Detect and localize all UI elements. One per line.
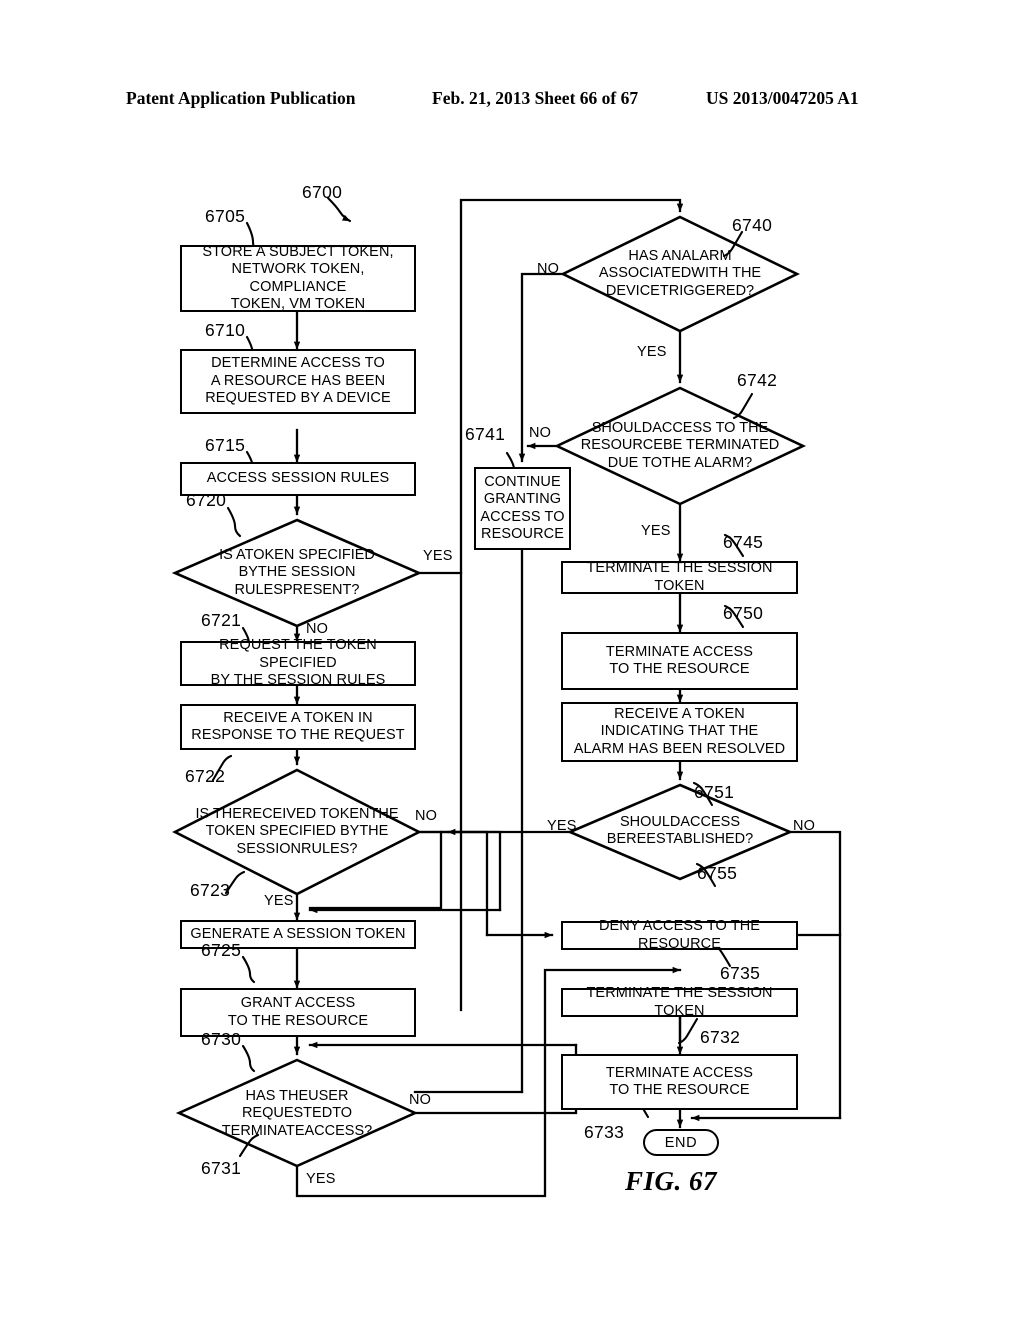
branch-label-6730-no: NO xyxy=(409,1092,432,1108)
branch-label-6722-yes: YES xyxy=(264,893,294,909)
ref-6741: 6741 xyxy=(465,424,506,444)
text-line: STORE A SUBJECT TOKEN, xyxy=(202,243,394,260)
branch-label-6722-no: NO xyxy=(415,808,438,824)
branch-label-6740-yes: YES xyxy=(637,344,667,360)
branch-label-6720-no: NO xyxy=(306,621,329,637)
text-line: A RESOURCE HAS BEEN xyxy=(210,372,386,389)
text-line: GRANTING xyxy=(483,491,562,507)
process-6741-continue-granting: CONTINUE GRANTING ACCESS TO RESOURCE xyxy=(474,467,571,550)
ref-6725: 6725 xyxy=(201,940,242,960)
ref-6742: 6742 xyxy=(737,370,778,390)
text-line: RECEIVE A TOKEN IN xyxy=(223,709,373,726)
process-receive-token-response-text: RECEIVE A TOKEN IN RESPONSE TO THE REQUES… xyxy=(191,710,404,745)
text-line: GRANT ACCESS xyxy=(240,995,356,1011)
text-line: RESOURCE xyxy=(481,526,564,542)
text-line: TERMINATE THE SESSION TOKEN xyxy=(586,985,773,1019)
process-6755-text: DENY ACCESS TO THE RESOURCE xyxy=(567,918,792,953)
process-6725-text: GRANT ACCESS TO THE RESOURCE xyxy=(228,995,368,1030)
text-line: TERMINATE ACCESS xyxy=(605,1064,754,1081)
terminator-end-text: END xyxy=(664,1134,698,1151)
text-line: TO THE RESOURCE xyxy=(227,1012,369,1029)
process-6745-text: TERMINATE THE SESSION TOKEN xyxy=(567,560,792,595)
ref-6721: 6721 xyxy=(201,610,242,630)
ref-6740: 6740 xyxy=(732,215,773,235)
process-6710-determine-access: DETERMINE ACCESS TO A RESOURCE HAS BEEN RE… xyxy=(180,349,416,414)
branch-label-6742-no: NO xyxy=(529,425,552,441)
text-line: RECEIVE A TOKEN xyxy=(614,705,745,722)
text-line: INDICATING THAT THE xyxy=(600,723,759,740)
branch-label-6742-yes: YES xyxy=(641,523,671,539)
process-6755-deny-access: DENY ACCESS TO THE RESOURCE xyxy=(561,918,798,953)
ref-6720: 6720 xyxy=(186,490,227,510)
ref-6735: 6735 xyxy=(720,963,761,983)
ref-6731: 6731 xyxy=(201,1158,242,1178)
process-6732-text: TERMINATE ACCESS TO THE RESOURCE xyxy=(606,1065,753,1100)
ref-6755: 6755 xyxy=(697,863,738,883)
text-line: REQUESTED BY A DEVICE xyxy=(205,390,391,407)
branch-label-6730-yes: YES xyxy=(306,1171,336,1187)
process-6721-text: REQUEST THE TOKEN SPECIFIED BY THE SESSIO… xyxy=(186,637,410,690)
ref-6722: 6722 xyxy=(185,766,226,786)
process-6741-text: CONTINUE GRANTING ACCESS TO RESOURCE xyxy=(480,474,564,544)
process-6710-text: DETERMINE ACCESS TO A RESOURCE HAS BEEN RE… xyxy=(205,355,391,408)
branch-label-6720-yes: YES xyxy=(423,548,453,564)
ref-6705: 6705 xyxy=(205,206,246,226)
process-6750-terminate-access: TERMINATE ACCESS TO THE RESOURCE xyxy=(561,632,798,690)
text-line: TERMINATE ACCESS xyxy=(605,643,754,660)
text-line: REQUEST THE TOKEN SPECIFIED xyxy=(219,637,377,671)
process-6735-text: TERMINATE THE SESSION TOKEN xyxy=(567,985,792,1020)
text-line: ACCESS TO xyxy=(480,508,565,525)
text-line: TOKEN, VM TOKEN xyxy=(230,296,366,312)
branch-label-6740-no: NO xyxy=(537,261,560,277)
terminator-end: END xyxy=(643,1129,719,1156)
text-line: BY THE SESSION RULES xyxy=(210,672,386,689)
ref-6700: 6700 xyxy=(302,182,343,202)
text-line: DENY ACCESS TO THE RESOURCE xyxy=(598,918,761,952)
process-6750-text: TERMINATE ACCESS TO THE RESOURCE xyxy=(606,644,753,679)
text-line: ALARM HAS BEEN RESOLVED xyxy=(573,740,786,757)
text-line: NETWORK TOKEN, COMPLIANCE xyxy=(231,261,365,295)
process-6705-store-tokens: STORE A SUBJECT TOKEN, NETWORK TOKEN, COM… xyxy=(180,244,416,314)
ref-6730: 6730 xyxy=(201,1029,242,1049)
ref-6745: 6745 xyxy=(723,532,764,552)
ref-6750: 6750 xyxy=(723,603,764,623)
branch-label-6751-no: NO xyxy=(793,818,816,834)
ref-6732: 6732 xyxy=(700,1027,741,1047)
ref-6751: 6751 xyxy=(694,782,735,802)
process-6735-terminate-session-token: TERMINATE THE SESSION TOKEN xyxy=(561,985,798,1020)
text-line: TERMINATE THE SESSION TOKEN xyxy=(586,560,773,594)
process-receive-token-alarm-resolved: RECEIVE A TOKEN INDICATING THAT THE ALARM … xyxy=(561,702,798,762)
figure-caption: FIG. 67 xyxy=(625,1166,718,1196)
ref-6710: 6710 xyxy=(205,320,246,340)
text-line: TO THE RESOURCE xyxy=(609,1082,750,1098)
process-6705-text: STORE A SUBJECT TOKEN, NETWORK TOKEN, COM… xyxy=(186,244,410,314)
flowchart-connectors xyxy=(171,196,842,1198)
text-line: RESPONSE TO THE REQUEST xyxy=(191,727,405,743)
process-receive-token-response: RECEIVE A TOKEN IN RESPONSE TO THE REQUES… xyxy=(180,704,416,750)
process-receive-token-alarm-resolved-text: RECEIVE A TOKEN INDICATING THAT THE ALARM … xyxy=(574,706,786,759)
ref-6733: 6733 xyxy=(584,1122,625,1142)
text-line: DETERMINE ACCESS TO xyxy=(211,355,385,372)
ref-6723: 6723 xyxy=(190,880,231,900)
text-line: CONTINUE xyxy=(484,473,561,490)
ref-6715: 6715 xyxy=(205,435,246,455)
process-6732-terminate-access: TERMINATE ACCESS TO THE RESOURCE xyxy=(561,1054,798,1110)
process-6715-text: ACCESS SESSION RULES xyxy=(207,470,390,488)
patent-sheet: Patent Application Publication Feb. 21, … xyxy=(0,0,1024,1320)
process-6721-request-token: REQUEST THE TOKEN SPECIFIED BY THE SESSIO… xyxy=(180,637,416,688)
process-6745-terminate-session-token: TERMINATE THE SESSION TOKEN xyxy=(561,560,798,595)
text-line: ACCESS SESSION RULES xyxy=(206,470,390,487)
text-line: TO THE RESOURCE xyxy=(609,661,750,677)
branch-label-6751-yes: YES xyxy=(547,818,577,834)
